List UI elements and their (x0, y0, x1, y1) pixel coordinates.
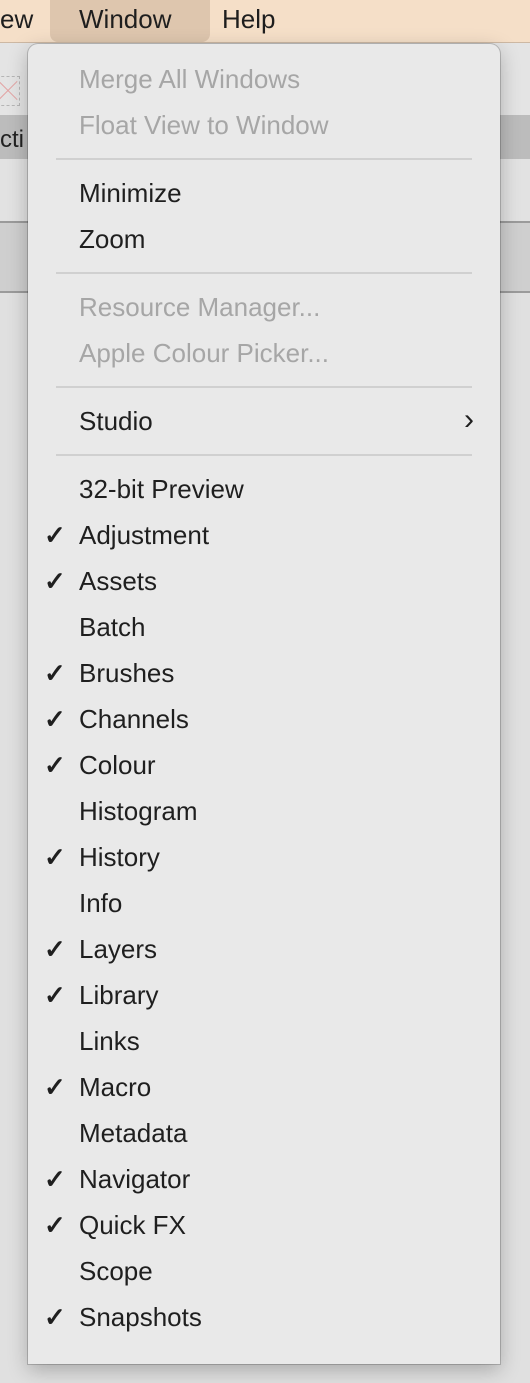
menu-item-label: Quick FX (79, 1210, 186, 1240)
menu-item-links[interactable]: Links (28, 1018, 500, 1064)
menu-item-scope[interactable]: Scope (28, 1248, 500, 1294)
menu-item-label: Metadata (79, 1118, 188, 1148)
menu-item-label: 32-bit Preview (79, 474, 244, 504)
checkmark-icon: ✓ (44, 1302, 66, 1332)
menu-item-info[interactable]: Info (28, 880, 500, 926)
menu-item-label: Colour (79, 750, 156, 780)
menu-item-label: Minimize (79, 178, 182, 208)
menu-item-label: Apple Colour Picker... (79, 338, 330, 368)
menu-item-minimize[interactable]: Minimize (28, 170, 500, 216)
menu-item-label: Batch (79, 612, 146, 642)
menu-bar-item-window[interactable]: Window (79, 0, 171, 42)
menu-item-label: Info (79, 888, 123, 918)
menu-item-snapshots[interactable]: ✓ Snapshots (28, 1294, 500, 1340)
menu-item-label: Studio (79, 406, 153, 436)
background-partial-label: cti (0, 126, 24, 153)
menu-item-label: Float View to Window (79, 110, 329, 140)
menu-item-metadata[interactable]: Metadata (28, 1110, 500, 1156)
menu-item-history[interactable]: ✓ History (28, 834, 500, 880)
menu-bar-item-help[interactable]: Help (222, 0, 275, 42)
menu-item-brushes[interactable]: ✓ Brushes (28, 650, 500, 696)
menu-item-colour[interactable]: ✓ Colour (28, 742, 500, 788)
menu-item-navigator[interactable]: ✓ Navigator (28, 1156, 500, 1202)
menu-item-library[interactable]: ✓ Library (28, 972, 500, 1018)
menu-item-zoom[interactable]: Zoom (28, 216, 500, 262)
checkmark-icon: ✓ (44, 1210, 66, 1240)
menu-item-layers[interactable]: ✓ Layers (28, 926, 500, 972)
checkmark-icon: ✓ (44, 658, 66, 688)
menu-item-macro[interactable]: ✓ Macro (28, 1064, 500, 1110)
menu-item-label: Adjustment (79, 520, 210, 550)
menu-item-label: Layers (79, 934, 158, 964)
checkmark-icon: ✓ (44, 704, 66, 734)
checkmark-icon: ✓ (44, 520, 66, 550)
menu-item-label: Brushes (79, 658, 175, 688)
checkmark-icon: ✓ (44, 1072, 66, 1102)
menu-separator (56, 272, 472, 274)
menu-item-label: Links (79, 1026, 140, 1056)
menu-item-resource-manager: Resource Manager... (28, 284, 500, 330)
menu-item-histogram[interactable]: Histogram (28, 788, 500, 834)
checkmark-icon: ✓ (44, 934, 66, 964)
menu-item-label: Resource Manager... (79, 292, 321, 322)
chevron-right-icon: › (464, 403, 474, 436)
menu-item-label: Navigator (79, 1164, 191, 1194)
menu-item-label: Merge All Windows (79, 64, 301, 94)
checkmark-icon: ✓ (44, 980, 66, 1010)
menu-item-label: History (79, 842, 160, 872)
window-menu-dropdown: Merge All Windows Float View to Window Min… (28, 44, 500, 1364)
menu-item-batch[interactable]: Batch (28, 604, 500, 650)
menu-bar: ew Window Help (0, 0, 530, 43)
checkmark-icon: ✓ (44, 750, 66, 780)
menu-item-apple-colour-picker: Apple Colour Picker... (28, 330, 500, 376)
menu-item-float-view-to-window: Float View to Window (28, 102, 500, 148)
menu-item-label: Snapshots (79, 1302, 202, 1332)
close-icon[interactable] (0, 76, 20, 106)
menu-item-32-bit-preview[interactable]: 32-bit Preview (28, 466, 500, 512)
menu-item-label: Macro (79, 1072, 152, 1102)
menu-separator (56, 158, 472, 160)
menu-item-assets[interactable]: ✓ Assets (28, 558, 500, 604)
menu-item-label: Zoom (79, 224, 146, 254)
menu-item-adjustment[interactable]: ✓ Adjustment (28, 512, 500, 558)
checkmark-icon: ✓ (44, 842, 66, 872)
checkmark-icon: ✓ (44, 566, 66, 596)
menu-item-label: Assets (79, 566, 158, 596)
menu-separator (56, 454, 472, 456)
menu-item-merge-all-windows: Merge All Windows (28, 56, 500, 102)
menu-item-studio[interactable]: Studio › (28, 398, 500, 444)
menu-item-label: Library (79, 980, 159, 1010)
menu-item-label: Scope (79, 1256, 153, 1286)
menu-item-label: Histogram (79, 796, 198, 826)
menu-item-channels[interactable]: ✓ Channels (28, 696, 500, 742)
menu-item-quick-fx[interactable]: ✓ Quick FX (28, 1202, 500, 1248)
menu-bar-item-view[interactable]: ew (0, 0, 33, 42)
menu-item-label: Channels (79, 704, 189, 734)
menu-separator (56, 386, 472, 388)
checkmark-icon: ✓ (44, 1164, 66, 1194)
